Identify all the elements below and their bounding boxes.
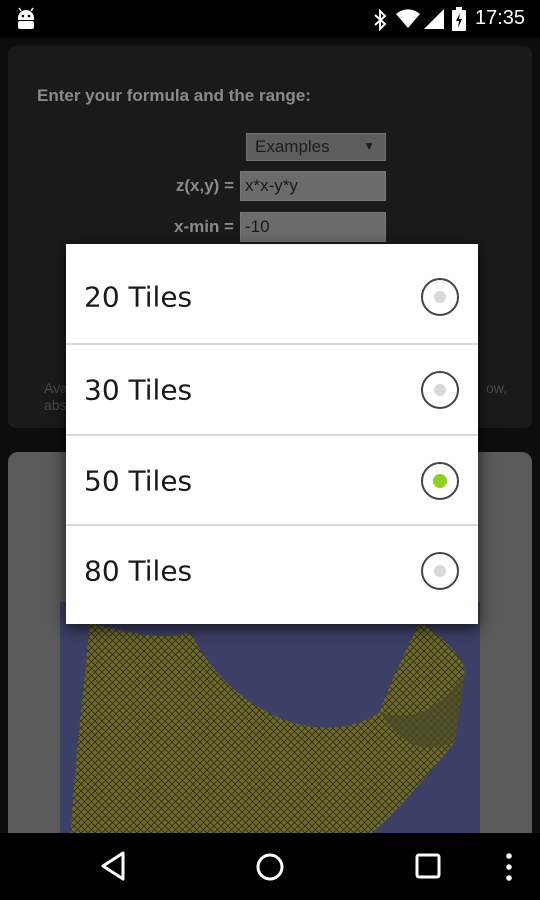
recents-icon[interactable] (415, 853, 441, 879)
option-label: 30 Tiles (84, 373, 193, 406)
bluetooth-icon (374, 9, 387, 31)
z-formula-label: z(x,y) = (175, 176, 234, 195)
status-clock: 17:35 (475, 7, 526, 29)
help-text-right: ow, (486, 380, 508, 396)
dropdown-arrow-icon: ▼ (363, 139, 375, 153)
option-50-tiles[interactable]: 50 Tiles (66, 435, 478, 526)
radio-unselected-icon[interactable] (420, 551, 460, 591)
help-text-line-2: abs (44, 397, 67, 413)
surface-plot[interactable] (60, 602, 480, 842)
navigation-bar (0, 833, 540, 900)
home-icon[interactable] (255, 852, 285, 882)
option-20-tiles[interactable]: 20 Tiles (66, 251, 478, 342)
examples-dropdown[interactable]: Examples ▼ (246, 133, 386, 161)
battery-icon (452, 7, 466, 31)
help-text-line-1: Ava (44, 380, 68, 396)
option-30-tiles[interactable]: 30 Tiles (66, 344, 478, 435)
status-bar: 17:35 (0, 0, 540, 38)
z-formula-input[interactable]: x*x-y*y (240, 171, 386, 201)
wifi-icon (396, 9, 420, 28)
x-min-input[interactable]: -10 (240, 212, 386, 242)
tiles-selection-dialog: 20 Tiles 30 Tiles 50 Tiles 80 Tiles (66, 244, 478, 624)
back-icon[interactable] (98, 850, 128, 882)
radio-unselected-icon[interactable] (420, 370, 460, 410)
option-label: 50 Tiles (84, 464, 193, 497)
radio-unselected-icon[interactable] (420, 277, 460, 317)
option-label: 80 Tiles (84, 554, 193, 587)
x-min-label: x-min = (174, 217, 234, 236)
option-80-tiles[interactable]: 80 Tiles (66, 525, 478, 616)
form-title: Enter your formula and the range: (37, 86, 311, 105)
radio-selected-icon[interactable] (420, 461, 460, 501)
help-text: Ava abs (44, 380, 68, 414)
saddle-surface-graphic (70, 622, 465, 842)
examples-dropdown-value: Examples (255, 137, 330, 156)
android-icon (18, 7, 34, 29)
signal-icon (424, 9, 444, 29)
overflow-menu-icon[interactable] (504, 851, 514, 883)
option-label: 20 Tiles (84, 280, 193, 313)
